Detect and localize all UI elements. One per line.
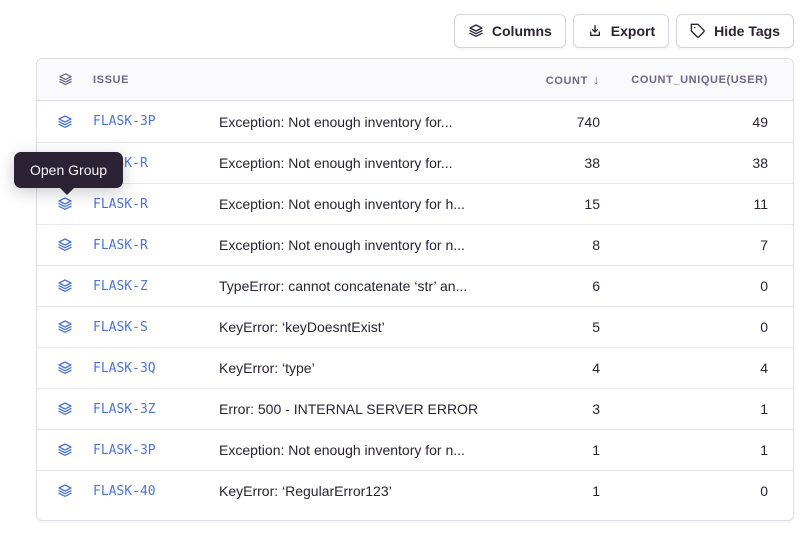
issue-link[interactable]: FLASK-3Q <box>93 361 219 376</box>
column-header-count[interactable]: COUNT ↓ <box>518 72 608 87</box>
count-value: 6 <box>518 278 608 294</box>
issue-message: KeyError: ‘RegularError123’ <box>219 483 518 499</box>
table-row: FLASK-ZTypeError: cannot concatenate ‘st… <box>37 265 793 306</box>
layers-icon <box>468 23 484 39</box>
issue-link[interactable]: FLASK-40 <box>93 484 219 499</box>
count-unique-value: 7 <box>608 237 768 253</box>
open-group-button[interactable] <box>57 196 73 212</box>
count-unique-value: 0 <box>608 483 768 499</box>
arrow-down-icon: ↓ <box>593 72 600 87</box>
count-unique-value: 11 <box>608 196 768 212</box>
issue-icon-cell <box>37 196 93 212</box>
layers-icon <box>57 360 73 376</box>
issue-link[interactable]: FLASK-Z <box>93 279 219 294</box>
table-header: ISSUE COUNT ↓ COUNT_UNIQUE(USER) <box>37 59 793 101</box>
hide-tags-button-label: Hide Tags <box>714 23 780 39</box>
layers-icon <box>57 278 73 294</box>
table-row: FLASK-3PException: Not enough inventory … <box>37 101 793 142</box>
columns-button-label: Columns <box>492 23 552 39</box>
issue-link[interactable]: FLASK-3P <box>93 443 219 458</box>
count-value: 15 <box>518 196 608 212</box>
issue-message: TypeError: cannot concatenate ‘str’ an..… <box>219 278 518 294</box>
layers-icon <box>58 72 73 87</box>
count-value: 8 <box>518 237 608 253</box>
issue-message: Exception: Not enough inventory for n... <box>219 237 518 253</box>
count-value: 1 <box>518 442 608 458</box>
tooltip-open-group: Open Group <box>14 152 123 188</box>
export-button[interactable]: Export <box>573 14 669 48</box>
issue-icon-cell <box>37 114 93 130</box>
open-group-button[interactable] <box>57 278 73 294</box>
issue-link[interactable]: FLASK-3P <box>93 114 219 129</box>
open-group-button[interactable] <box>57 319 73 335</box>
table-row: FLASK-3QKeyError: ‘type’44 <box>37 347 793 388</box>
count-value: 4 <box>518 360 608 376</box>
issue-message: KeyError: ‘type’ <box>219 360 518 376</box>
count-unique-value: 49 <box>608 114 768 130</box>
issue-link[interactable]: FLASK-S <box>93 320 219 335</box>
count-unique-value: 1 <box>608 442 768 458</box>
issues-table: ISSUE COUNT ↓ COUNT_UNIQUE(USER) FLASK-3P… <box>36 58 794 521</box>
issue-icon-cell <box>37 483 93 499</box>
issue-message: Exception: Not enough inventory for h... <box>219 196 518 212</box>
layers-icon <box>57 442 73 458</box>
count-value: 740 <box>518 114 608 130</box>
issue-message: KeyError: ‘keyDoesntExist’ <box>219 319 518 335</box>
table-body: FLASK-3PException: Not enough inventory … <box>37 101 793 511</box>
download-icon <box>587 23 603 39</box>
issue-message: Exception: Not enough inventory for... <box>219 155 518 171</box>
count-unique-value: 0 <box>608 319 768 335</box>
open-group-button[interactable] <box>57 483 73 499</box>
tag-icon <box>690 23 706 39</box>
issue-icon-cell <box>37 401 93 417</box>
count-header-label: COUNT <box>546 75 588 87</box>
table-row: FLASK-3PException: Not enough inventory … <box>37 429 793 470</box>
count-value: 1 <box>518 483 608 499</box>
count-value: 3 <box>518 401 608 417</box>
table-row: FLASK-RException: Not enough inventory f… <box>37 142 793 183</box>
table-row: FLASK-SKeyError: ‘keyDoesntExist’50 <box>37 306 793 347</box>
column-header-issue[interactable]: ISSUE <box>93 74 219 86</box>
table-row: FLASK-3ZError: 500 - INTERNAL SERVER ERR… <box>37 388 793 429</box>
open-group-button[interactable] <box>57 442 73 458</box>
layers-icon <box>57 237 73 253</box>
open-group-button[interactable] <box>57 114 73 130</box>
count-unique-value: 1 <box>608 401 768 417</box>
issue-link[interactable]: FLASK-3Z <box>93 402 219 417</box>
issue-link[interactable]: FLASK-R <box>93 238 219 253</box>
issue-icon-cell <box>37 360 93 376</box>
open-group-button[interactable] <box>57 237 73 253</box>
issue-link[interactable]: FLASK-R <box>93 197 219 212</box>
table-row: FLASK-RException: Not enough inventory f… <box>37 183 793 224</box>
layers-icon <box>57 114 73 130</box>
tooltip-arrow-icon <box>60 188 74 195</box>
table-row: FLASK-RException: Not enough inventory f… <box>37 224 793 265</box>
layers-icon <box>57 319 73 335</box>
columns-button[interactable]: Columns <box>454 14 566 48</box>
column-header-count-unique[interactable]: COUNT_UNIQUE(USER) <box>608 74 768 86</box>
issue-icon-cell <box>37 442 93 458</box>
layers-icon <box>57 196 73 212</box>
count-unique-value: 4 <box>608 360 768 376</box>
issue-icon-cell <box>37 237 93 253</box>
count-value: 38 <box>518 155 608 171</box>
toolbar: Columns Export Hide Tags <box>454 14 794 48</box>
count-value: 5 <box>518 319 608 335</box>
layers-icon <box>57 483 73 499</box>
export-button-label: Export <box>611 23 655 39</box>
layers-icon <box>57 401 73 417</box>
issue-message: Error: 500 - INTERNAL SERVER ERROR <box>219 401 518 417</box>
issue-icon-cell <box>37 278 93 294</box>
count-unique-value: 38 <box>608 155 768 171</box>
tooltip-label: Open Group <box>30 162 107 178</box>
count-unique-value: 0 <box>608 278 768 294</box>
issue-icon-cell <box>37 319 93 335</box>
hide-tags-button[interactable]: Hide Tags <box>676 14 794 48</box>
open-group-button[interactable] <box>57 360 73 376</box>
issue-message: Exception: Not enough inventory for... <box>219 114 518 130</box>
open-group-button[interactable] <box>57 401 73 417</box>
issue-column-icon-cell <box>37 72 93 87</box>
issue-message: Exception: Not enough inventory for n... <box>219 442 518 458</box>
table-row: FLASK-40KeyError: ‘RegularError123’10 <box>37 470 793 511</box>
